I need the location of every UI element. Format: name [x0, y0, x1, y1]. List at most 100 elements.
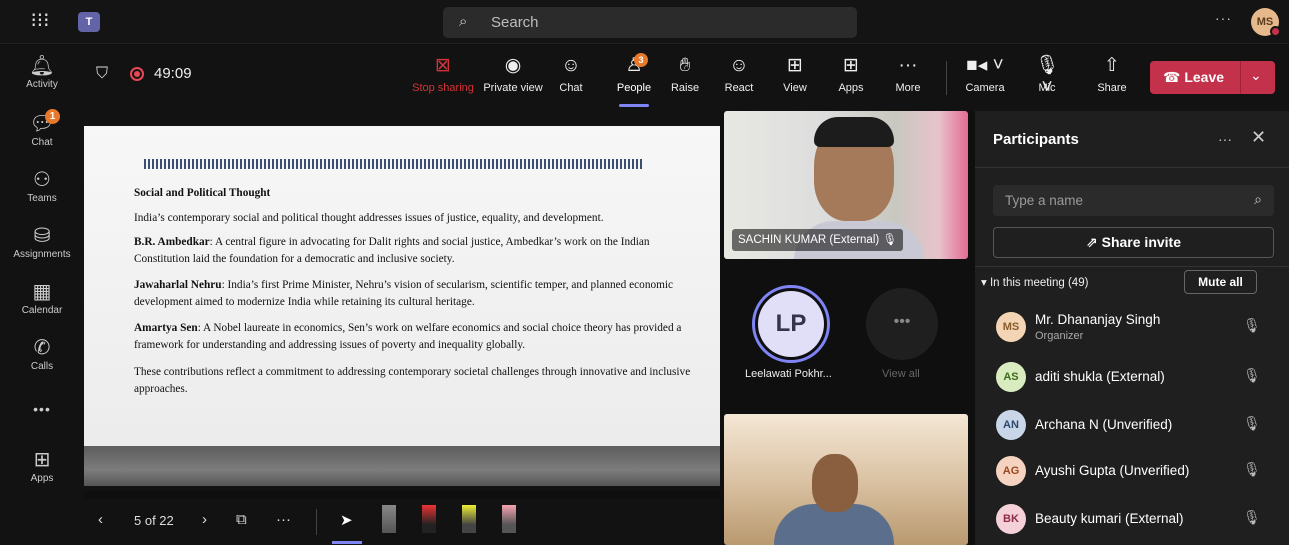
mic-off-icon: 🎙︎˅ — [1034, 55, 1060, 98]
rail-label: Apps — [30, 473, 54, 484]
chat-icon: 💬︎ — [29, 113, 55, 135]
tile-name: SACHIN KUMAR (External) — [738, 234, 880, 246]
chat-button[interactable]: ☺ Chat — [556, 55, 586, 94]
plus-icon: ⊞ — [33, 449, 51, 471]
hand-icon: ✋︎ — [679, 55, 691, 76]
rail-more-button[interactable]: ••• — [0, 401, 84, 417]
participant-avatar: AG — [996, 456, 1026, 486]
settings-more-button[interactable]: ··· — [1215, 10, 1232, 26]
ambedkar-text: : A central figure in advocating for Dal… — [134, 236, 650, 265]
slide-grid-icon[interactable]: ⧉ — [236, 511, 247, 528]
next-slide-icon[interactable]: › — [202, 511, 207, 528]
panel-divider — [975, 167, 1289, 168]
mic-button[interactable]: 🎙︎˅ Mic — [1030, 55, 1064, 98]
share-button[interactable]: ⇧ Share — [1096, 55, 1128, 94]
participant-name: Mr. Dhananjay Singh — [1035, 312, 1161, 327]
participant-search-input[interactable]: Type a name ⌕ — [993, 185, 1274, 216]
status-dot — [1270, 26, 1281, 37]
mic-off-icon[interactable]: 🎙︎ — [1243, 317, 1261, 334]
share-invite-label: Share invite — [1101, 234, 1181, 250]
rail-assignments[interactable]: ⛁ Assignments — [0, 225, 84, 260]
participants-panel: Participants ··· ✕ Type a name ⌕ ⇗ Share… — [975, 111, 1289, 545]
more-button[interactable]: ··· More — [892, 55, 924, 94]
rail-teams[interactable]: ⚇ Teams — [0, 169, 84, 204]
slide-more-button[interactable]: ··· — [276, 511, 291, 528]
laser-pen-icon[interactable] — [382, 505, 396, 533]
pointer-active-indicator — [332, 541, 362, 544]
rail-apps[interactable]: ⊞ Apps — [0, 449, 84, 484]
share-invite-button[interactable]: ⇗ Share invite — [993, 227, 1274, 258]
tool-label: Mic — [1038, 82, 1056, 94]
user-initials: MS — [1256, 16, 1274, 28]
video-tile-participant[interactable] — [724, 414, 968, 545]
plus-icon: ⊞ — [843, 55, 859, 76]
eraser-icon[interactable] — [502, 505, 516, 533]
leave-button[interactable]: ☎︎ Leave ⌄ — [1150, 61, 1275, 94]
people-badge: 3 — [634, 53, 648, 67]
tool-label: React — [724, 82, 754, 94]
video-tile-sachin[interactable]: SACHIN KUMAR (External) 🎙︎ — [724, 111, 968, 259]
leave-divider — [1240, 61, 1241, 94]
stop-sharing-button[interactable]: ⊠ Stop sharing — [410, 55, 476, 94]
pointer-icon[interactable]: ➤ — [340, 511, 353, 529]
search-input[interactable]: ⌕ Search — [443, 7, 857, 38]
participant-name: Archana N (Unverified) — [1035, 417, 1173, 432]
chat-icon: ☺ — [561, 55, 581, 76]
bell-icon: 🔔︎ — [29, 55, 55, 77]
avatar-leelawati[interactable]: LP — [752, 285, 830, 363]
apps-button[interactable]: ⊞ Apps — [836, 55, 866, 94]
share-icon: ⇧ — [1104, 55, 1120, 76]
user-avatar[interactable]: MS — [1251, 8, 1281, 37]
raise-hand-button[interactable]: ✋︎ Raise — [668, 55, 702, 94]
view-button[interactable]: ⊞ View — [780, 55, 810, 94]
people-button[interactable]: ♙ People 3 — [612, 53, 656, 94]
sen-name: Amartya Sen — [134, 322, 198, 334]
leave-text: Leave — [1184, 69, 1225, 85]
toolbar-divider — [946, 61, 947, 95]
react-button[interactable]: ☺ React — [722, 55, 756, 94]
in-meeting-label: In this meeting (49) — [989, 277, 1089, 289]
in-meeting-section-toggle[interactable]: ▾ In this meeting (49) — [981, 275, 1088, 289]
slide-nehru: Jawaharlal Nehru: India’s first Prime Mi… — [134, 277, 694, 311]
chat-badge: 1 — [45, 109, 60, 124]
mic-off-icon[interactable]: 🎙︎ — [1243, 415, 1261, 432]
participant-avatar: MS — [996, 312, 1026, 342]
slide-heading: Social and Political Thought — [134, 187, 271, 199]
people-active-indicator — [619, 104, 649, 107]
chevron-down-icon[interactable]: ⌄ — [1250, 67, 1262, 84]
rail-calendar[interactable]: ▦ Calendar — [0, 281, 84, 316]
mic-off-icon[interactable]: 🎙︎ — [1243, 367, 1261, 384]
shared-content-stage: Social and Political Thought India’s con… — [84, 111, 720, 491]
tool-label: People — [616, 82, 652, 94]
rail-chat[interactable]: 💬︎ Chat 1 — [0, 109, 84, 148]
camera-button[interactable]: ■◂ ˅ Camera — [962, 55, 1008, 94]
participant-avatar: AN — [996, 410, 1026, 440]
red-pen-icon[interactable] — [422, 505, 436, 533]
panel-more-button[interactable]: ··· — [1218, 131, 1232, 147]
participant-row[interactable]: BK Beauty kumari (External) 🎙︎ — [993, 499, 1283, 539]
close-icon[interactable]: ✕ — [1251, 127, 1266, 148]
participant-row[interactable]: AN Archana N (Unverified) 🎙︎ — [993, 405, 1283, 445]
eye-icon: ◉ — [504, 55, 522, 76]
mic-off-icon[interactable]: 🎙︎ — [1243, 461, 1261, 478]
mic-off-icon[interactable]: 🎙︎ — [1243, 509, 1261, 526]
view-all-button[interactable]: ••• — [866, 288, 938, 360]
tool-label: Chat — [559, 82, 583, 94]
private-view-button[interactable]: ◉ Private view — [480, 55, 546, 94]
rail-activity[interactable]: 🔔︎ Activity — [0, 55, 84, 90]
highlighter-icon[interactable] — [462, 505, 476, 533]
controls-divider — [316, 509, 317, 535]
slide-controls: ‹ 5 of 22 › ⧉ ··· ➤ — [84, 499, 720, 545]
rail-label: Calls — [30, 361, 54, 372]
rail-calls[interactable]: ✆ Calls — [0, 337, 84, 372]
participant-row[interactable]: AG Ayushi Gupta (Unverified) 🎙︎ — [993, 451, 1283, 491]
prev-slide-icon[interactable]: ‹ — [98, 511, 103, 528]
sen-text: : A Nobel laureate in economics, Sen’s w… — [134, 322, 682, 351]
slide-sen: Amartya Sen: A Nobel laureate in economi… — [134, 320, 694, 354]
avatar-initials: LP — [758, 291, 824, 357]
mute-all-button[interactable]: Mute all — [1184, 270, 1257, 294]
rail-label: Teams — [27, 193, 57, 204]
app-launcher-icon[interactable]: ⁝⁝⁝ — [28, 10, 52, 34]
participant-row[interactable]: MS Mr. Dhananjay Singh Organizer 🎙︎ — [993, 307, 1283, 347]
participant-row[interactable]: AS aditi shukla (External) 🎙︎ — [993, 357, 1283, 397]
